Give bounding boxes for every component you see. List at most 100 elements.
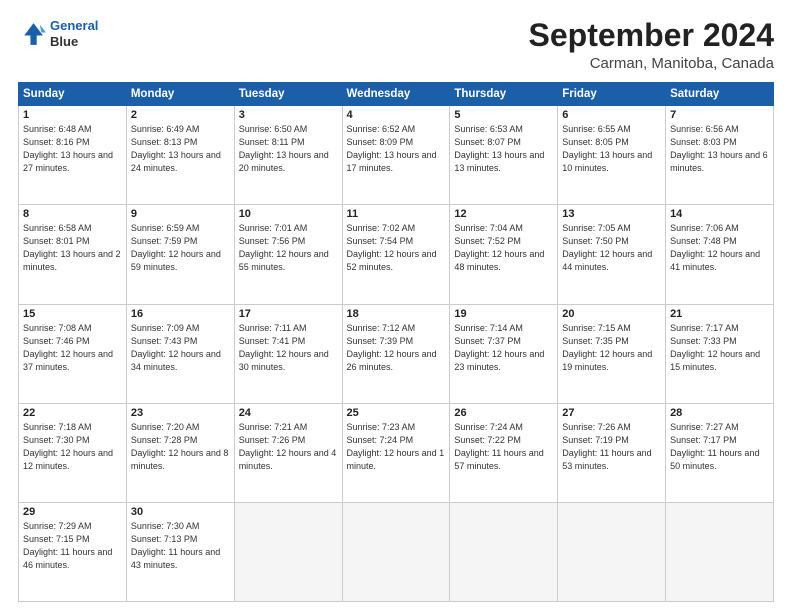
logo-line2: Blue — [50, 34, 98, 50]
col-saturday: Saturday — [666, 83, 774, 106]
cell-info: Sunrise: 6:55 AMSunset: 8:05 PMDaylight:… — [562, 123, 661, 175]
day-number: 10 — [239, 208, 338, 220]
page: General Blue September 2024 Carman, Mani… — [0, 0, 792, 612]
day-number: 6 — [562, 109, 661, 121]
cell-info: Sunrise: 6:59 AMSunset: 7:59 PMDaylight:… — [131, 222, 230, 274]
col-thursday: Thursday — [450, 83, 558, 106]
calendar-week-row: 1 Sunrise: 6:48 AMSunset: 8:16 PMDaylight… — [19, 106, 774, 205]
calendar-week-row: 8 Sunrise: 6:58 AMSunset: 8:01 PMDaylight… — [19, 205, 774, 304]
day-number: 3 — [239, 109, 338, 121]
table-row: 29Sunrise: 7:29 AMSunset: 7:15 PMDayligh… — [19, 502, 127, 601]
col-wednesday: Wednesday — [342, 83, 450, 106]
table-row: 18 Sunrise: 7:12 AMSunset: 7:39 PMDayligh… — [342, 304, 450, 403]
header: General Blue September 2024 Carman, Mani… — [18, 18, 774, 72]
cell-info: Sunrise: 7:04 AMSunset: 7:52 PMDaylight:… — [454, 222, 553, 274]
day-number: 5 — [454, 109, 553, 121]
col-tuesday: Tuesday — [234, 83, 342, 106]
day-number: 20 — [562, 308, 661, 320]
col-sunday: Sunday — [19, 83, 127, 106]
cell-info: Sunrise: 7:30 AMSunset: 7:13 PMDaylight:… — [131, 520, 230, 572]
table-row: 13Sunrise: 7:05 AMSunset: 7:50 PMDayligh… — [558, 205, 666, 304]
logo-text: General Blue — [50, 18, 98, 49]
calendar-table: Sunday Monday Tuesday Wednesday Thursday… — [18, 82, 774, 602]
table-row: 7Sunrise: 6:56 AMSunset: 8:03 PMDaylight… — [666, 106, 774, 205]
day-number: 12 — [454, 208, 553, 220]
table-row: 10 Sunrise: 7:01 AMSunset: 7:56 PMDayligh… — [234, 205, 342, 304]
day-number: 1 — [23, 109, 122, 121]
table-row: 9Sunrise: 6:59 AMSunset: 7:59 PMDaylight… — [126, 205, 234, 304]
cell-info: Sunrise: 7:27 AMSunset: 7:17 PMDaylight:… — [670, 421, 769, 473]
table-row: 21Sunrise: 7:17 AMSunset: 7:33 PMDayligh… — [666, 304, 774, 403]
table-row: 1 Sunrise: 6:48 AMSunset: 8:16 PMDaylight… — [19, 106, 127, 205]
day-number: 19 — [454, 308, 553, 320]
logo: General Blue — [18, 18, 98, 49]
cell-info: Sunrise: 7:20 AMSunset: 7:28 PMDaylight:… — [131, 421, 230, 473]
table-row: 20 Sunrise: 7:15 AMSunset: 7:35 PMDayligh… — [558, 304, 666, 403]
cell-info: Sunrise: 6:56 AMSunset: 8:03 PMDaylight:… — [670, 123, 769, 175]
day-number: 17 — [239, 308, 338, 320]
cell-info: Sunrise: 6:49 AMSunset: 8:13 PMDaylight:… — [131, 123, 230, 175]
day-number: 28 — [670, 407, 769, 419]
table-row: 4 Sunrise: 6:52 AMSunset: 8:09 PMDaylight… — [342, 106, 450, 205]
table-row: 22 Sunrise: 7:18 AMSunset: 7:30 PMDayligh… — [19, 403, 127, 502]
cell-info: Sunrise: 7:18 AMSunset: 7:30 PMDaylight:… — [23, 421, 122, 473]
logo-line1: General — [50, 18, 98, 33]
day-number: 2 — [131, 109, 230, 121]
table-row: 2 Sunrise: 6:49 AMSunset: 8:13 PMDaylight… — [126, 106, 234, 205]
cell-info: Sunrise: 7:11 AMSunset: 7:41 PMDaylight:… — [239, 322, 338, 374]
table-row — [558, 502, 666, 601]
col-friday: Friday — [558, 83, 666, 106]
table-row: 30 Sunrise: 7:30 AMSunset: 7:13 PMDayligh… — [126, 502, 234, 601]
day-number: 24 — [239, 407, 338, 419]
table-row: 15 Sunrise: 7:08 AMSunset: 7:46 PMDayligh… — [19, 304, 127, 403]
calendar-header-row: Sunday Monday Tuesday Wednesday Thursday… — [19, 83, 774, 106]
cell-info: Sunrise: 6:53 AMSunset: 8:07 PMDaylight:… — [454, 123, 553, 175]
day-number: 15 — [23, 308, 122, 320]
table-row: 28 Sunrise: 7:27 AMSunset: 7:17 PMDayligh… — [666, 403, 774, 502]
table-row: 23 Sunrise: 7:20 AMSunset: 7:28 PMDayligh… — [126, 403, 234, 502]
cell-info: Sunrise: 7:23 AMSunset: 7:24 PMDaylight:… — [347, 421, 446, 473]
day-number: 16 — [131, 308, 230, 320]
cell-info: Sunrise: 7:15 AMSunset: 7:35 PMDaylight:… — [562, 322, 661, 374]
table-row: 19 Sunrise: 7:14 AMSunset: 7:37 PMDayligh… — [450, 304, 558, 403]
cell-info: Sunrise: 6:48 AMSunset: 8:16 PMDaylight:… — [23, 123, 122, 175]
cell-info: Sunrise: 6:52 AMSunset: 8:09 PMDaylight:… — [347, 123, 446, 175]
day-number: 18 — [347, 308, 446, 320]
day-number: 21 — [670, 308, 769, 320]
day-number: 8 — [23, 208, 122, 220]
cell-info: Sunrise: 6:58 AMSunset: 8:01 PMDaylight:… — [23, 222, 122, 274]
table-row: 8 Sunrise: 6:58 AMSunset: 8:01 PMDaylight… — [19, 205, 127, 304]
table-row — [450, 502, 558, 601]
day-number: 30 — [131, 506, 230, 518]
day-number: 4 — [347, 109, 446, 121]
cell-info: Sunrise: 7:26 AMSunset: 7:19 PMDaylight:… — [562, 421, 661, 473]
table-row — [666, 502, 774, 601]
calendar-week-row: 15 Sunrise: 7:08 AMSunset: 7:46 PMDayligh… — [19, 304, 774, 403]
cell-info: Sunrise: 7:29 AMSunset: 7:15 PMDaylight:… — [23, 520, 122, 572]
table-row: 3Sunrise: 6:50 AMSunset: 8:11 PMDaylight… — [234, 106, 342, 205]
day-number: 22 — [23, 407, 122, 419]
table-row: 25 Sunrise: 7:23 AMSunset: 7:24 PMDayligh… — [342, 403, 450, 502]
cell-info: Sunrise: 7:12 AMSunset: 7:39 PMDaylight:… — [347, 322, 446, 374]
table-row: 24 Sunrise: 7:21 AMSunset: 7:26 PMDayligh… — [234, 403, 342, 502]
location-title: Carman, Manitoba, Canada — [529, 55, 774, 72]
cell-info: Sunrise: 7:24 AMSunset: 7:22 PMDaylight:… — [454, 421, 553, 473]
table-row: 12 Sunrise: 7:04 AMSunset: 7:52 PMDayligh… — [450, 205, 558, 304]
cell-info: Sunrise: 7:01 AMSunset: 7:56 PMDaylight:… — [239, 222, 338, 274]
cell-info: Sunrise: 7:14 AMSunset: 7:37 PMDaylight:… — [454, 322, 553, 374]
cell-info: Sunrise: 7:21 AMSunset: 7:26 PMDaylight:… — [239, 421, 338, 473]
day-number: 13 — [562, 208, 661, 220]
table-row: 27Sunrise: 7:26 AMSunset: 7:19 PMDayligh… — [558, 403, 666, 502]
logo-icon — [18, 20, 46, 48]
day-number: 25 — [347, 407, 446, 419]
table-row: 16 Sunrise: 7:09 AMSunset: 7:43 PMDayligh… — [126, 304, 234, 403]
cell-info: Sunrise: 7:09 AMSunset: 7:43 PMDaylight:… — [131, 322, 230, 374]
table-row: 6 Sunrise: 6:55 AMSunset: 8:05 PMDaylight… — [558, 106, 666, 205]
title-block: September 2024 Carman, Manitoba, Canada — [529, 18, 774, 72]
table-row: 11Sunrise: 7:02 AMSunset: 7:54 PMDayligh… — [342, 205, 450, 304]
table-row: 14Sunrise: 7:06 AMSunset: 7:48 PMDayligh… — [666, 205, 774, 304]
day-number: 23 — [131, 407, 230, 419]
col-monday: Monday — [126, 83, 234, 106]
table-row — [342, 502, 450, 601]
cell-info: Sunrise: 7:08 AMSunset: 7:46 PMDaylight:… — [23, 322, 122, 374]
